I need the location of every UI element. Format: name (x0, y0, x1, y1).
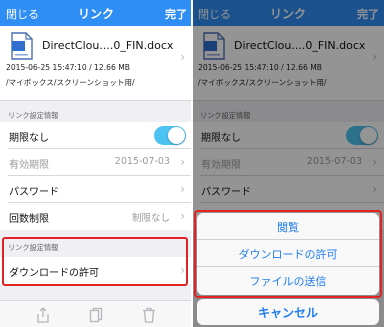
expiry-date-label: 有効期限 (9, 160, 49, 171)
file-name: DirectClou....0_FIN.docx (42, 39, 174, 52)
file-path: /マイボックス/スクリーンショット用/ (6, 78, 135, 87)
navigation-bar: 閉じる リンク 完了 (0, 0, 192, 26)
file-info-card[interactable]: DirectClou....0_FIN.docx 2015-06-25 15:4… (0, 26, 192, 101)
nav-title: リンク (77, 7, 114, 21)
link-settings-screen: 閉じる リンク 完了 DirectClou....0_FIN.docx 2015… (0, 0, 192, 327)
password-row[interactable]: パスワード › (0, 176, 192, 203)
count-limit-label: 回数制限 (9, 214, 49, 225)
no-expiry-toggle[interactable] (154, 126, 186, 145)
bottom-toolbar (0, 300, 192, 327)
trash-icon[interactable] (142, 307, 156, 323)
password-label: パスワード (9, 187, 59, 198)
chevron-right-icon: › (180, 209, 185, 223)
chevron-right-icon: › (180, 182, 185, 196)
section-header-link-settings: リンク設定情報 (8, 111, 59, 120)
file-meta: 2015-06-25 15:47:10 / 12.66 MB (6, 63, 130, 72)
chevron-right-icon: › (180, 50, 185, 64)
done-button[interactable]: 完了 (165, 6, 187, 22)
chevron-right-icon: › (180, 155, 185, 169)
action-sheet-screen: 閉じる リンク 完了 DirectClou....0_FIN.docx 2015… (192, 0, 384, 327)
copy-icon[interactable] (89, 307, 103, 323)
highlight-box (2, 237, 188, 286)
cancel-button[interactable]: キャンセル (197, 299, 379, 325)
upload-icon[interactable] (36, 307, 50, 323)
document-icon (11, 32, 33, 60)
highlight-box (194, 210, 382, 298)
count-limit-value: 制限なし (131, 213, 170, 224)
no-expiry-row: 期限なし (0, 122, 192, 149)
expiry-date-value: 2015-07-03 (114, 156, 170, 167)
count-limit-row[interactable]: 回数制限 制限なし › (0, 203, 192, 230)
expiry-date-row[interactable]: 有効期限 2015-07-03 › (0, 149, 192, 176)
no-expiry-label: 期限なし (9, 133, 49, 144)
